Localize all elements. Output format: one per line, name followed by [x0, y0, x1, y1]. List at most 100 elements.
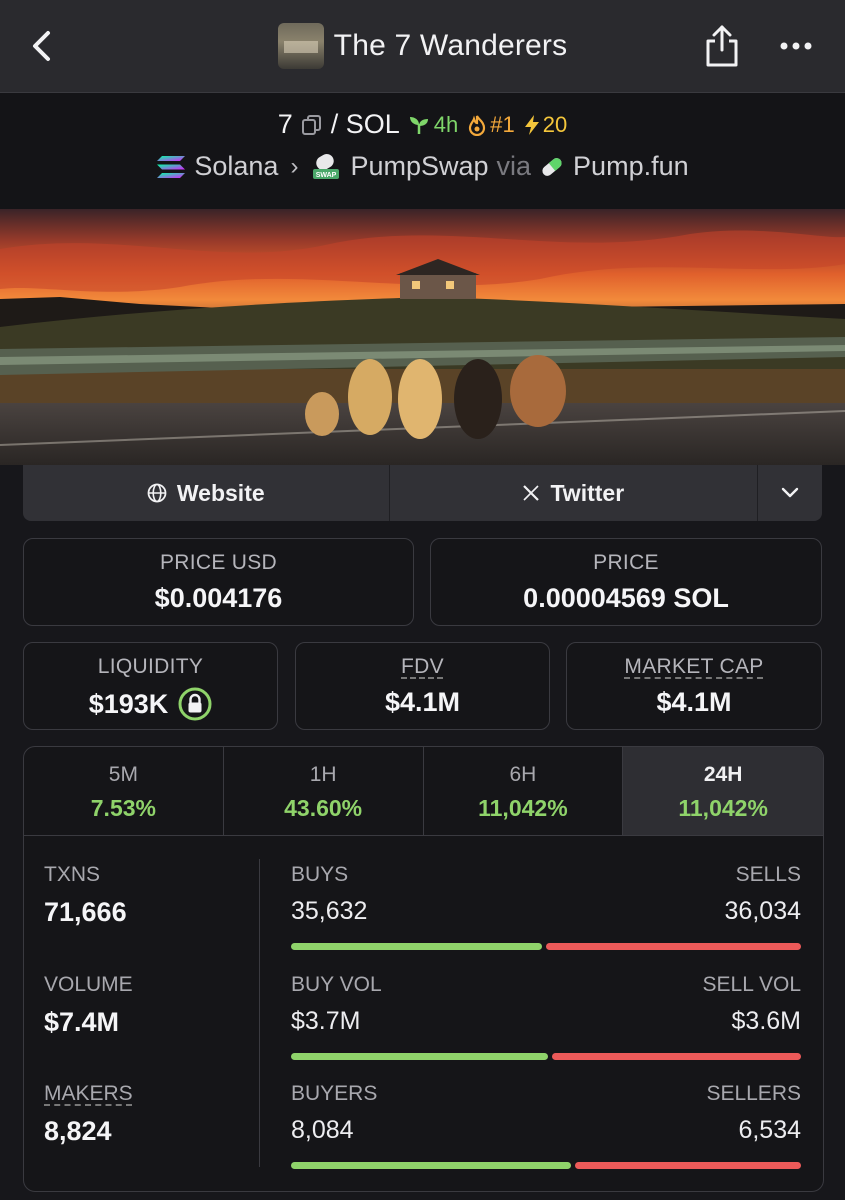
- fdv-value: $4.1M: [384, 687, 461, 717]
- sells-label: SELLS: [735, 863, 801, 886]
- tab-1h[interactable]: 1H 43.60%: [224, 747, 424, 835]
- tab-label: 5M: [108, 763, 138, 786]
- column-divider: [259, 859, 260, 1167]
- sellers-bar: [575, 1162, 801, 1169]
- token-banner-image: [0, 209, 845, 465]
- volume-split-row: BUY VOL SELL VOL $3.7M $3.6M: [291, 973, 801, 1063]
- price-usd-value: $0.004176: [154, 583, 283, 613]
- lightning-icon: [524, 114, 539, 135]
- liquidity-value: $193K: [88, 688, 169, 719]
- makers-value: 8,824: [44, 1116, 112, 1146]
- tab-label: 1H: [309, 763, 337, 786]
- more-links-dropdown[interactable]: [758, 465, 822, 521]
- trending-rank: #1: [490, 111, 515, 137]
- txns-value: 71,666: [44, 897, 127, 927]
- tab-label: 24H: [703, 763, 743, 786]
- tab-change: 11,042%: [678, 795, 768, 821]
- dex-name[interactable]: PumpSwap: [350, 151, 488, 182]
- buys-sells-row: BUYS SELLS 35,632 36,034: [291, 863, 801, 953]
- seedling-icon: [409, 116, 428, 134]
- buyers-sellers-row: BUYERS SELLERS 8,084 6,534: [291, 1082, 801, 1172]
- tab-change: 11,042%: [478, 795, 568, 821]
- market-cap-card[interactable]: MARKET CAP $4.1M: [566, 642, 822, 730]
- flame-icon: [469, 114, 486, 136]
- boost-badge[interactable]: 20: [523, 112, 567, 138]
- volume-value: $7.4M: [44, 1007, 120, 1037]
- solana-logo-icon: [157, 155, 186, 178]
- volume-ratio-bar: [291, 1053, 801, 1060]
- copy-icon[interactable]: [301, 114, 323, 136]
- tab-change: 7.53%: [90, 795, 156, 821]
- sell-vol-label: SELL VOL: [702, 973, 801, 996]
- market-cap-value: $4.1M: [656, 687, 732, 717]
- market-cap-label: MARKET CAP: [624, 655, 764, 678]
- trending-rank-badge[interactable]: #1: [466, 111, 515, 138]
- pair-age: 4h: [433, 111, 459, 137]
- makers-stat[interactable]: MAKERS 8,824: [44, 1082, 133, 1147]
- globe-icon: [147, 483, 167, 503]
- sell-vol-value: $3.6M: [731, 1007, 801, 1035]
- chevron-right-icon: ›: [290, 152, 299, 180]
- buys-value: 35,632: [291, 897, 368, 925]
- pumpswap-logo-icon: SWAP: [313, 153, 340, 179]
- buy-vol-value: $3.7M: [291, 1007, 361, 1035]
- tab-5m[interactable]: 5M 7.53%: [24, 747, 224, 835]
- links-bar: Website Twitter: [23, 465, 822, 521]
- base-symbol: 7: [277, 109, 293, 139]
- liquidity-label: LIQUIDITY: [97, 655, 204, 678]
- buyers-ratio-bar: [291, 1162, 801, 1169]
- buys-sells-ratio-bar: [291, 943, 801, 950]
- share-icon[interactable]: [702, 24, 742, 68]
- token-thumbnail: [277, 23, 324, 69]
- makers-label: MAKERS: [44, 1082, 133, 1105]
- trading-stats-panel: 5M 7.53% 1H 43.60% 6H 11,042% 24H 11,042…: [23, 746, 824, 1192]
- buyers-value: 8,084: [291, 1116, 354, 1144]
- website-button[interactable]: Website: [23, 465, 390, 521]
- chevron-down-icon: [781, 487, 799, 498]
- price-usd-card: PRICE USD $0.004176: [23, 538, 414, 626]
- price-native-card: PRICE 0.00004569 SOL: [430, 538, 822, 626]
- via-text: via: [496, 151, 532, 181]
- website-label: Website: [176, 479, 265, 506]
- volume-label: VOLUME: [44, 973, 133, 996]
- more-icon[interactable]: [778, 30, 814, 62]
- pair-info: 7 / SOL 4h #1 20 Solana › SWAP PumpSwap …: [0, 93, 845, 209]
- tab-6h[interactable]: 6H 11,042%: [424, 747, 624, 835]
- sells-bar: [546, 943, 801, 950]
- price-usd-label: PRICE USD: [159, 551, 278, 574]
- buys-bar: [291, 943, 543, 950]
- lock-icon[interactable]: [178, 687, 212, 721]
- sell-vol-bar: [551, 1053, 801, 1060]
- sellers-label: SELLERS: [706, 1082, 801, 1105]
- page-title: The 7 Wanderers: [333, 29, 568, 62]
- price-native-value: 0.00004569 SOL: [523, 583, 729, 613]
- tab-label: 6H: [509, 763, 537, 786]
- fdv-card[interactable]: FDV $4.1M: [295, 642, 550, 730]
- volume-stat: VOLUME $7.4M: [44, 973, 133, 1038]
- boost-count: 20: [542, 111, 568, 137]
- sells-value: 36,034: [724, 897, 801, 925]
- sellers-value: 6,534: [738, 1116, 801, 1144]
- top-nav-bar: The 7 Wanderers: [0, 0, 845, 93]
- chain-name[interactable]: Solana: [194, 151, 278, 182]
- fdv-label: FDV: [401, 655, 444, 678]
- timeframe-tabs: 5M 7.53% 1H 43.60% 6H 11,042% 24H 11,042…: [24, 747, 823, 836]
- twitter-button[interactable]: Twitter: [390, 465, 759, 521]
- buyers-bar: [291, 1162, 572, 1169]
- liquidity-card: LIQUIDITY $193K: [23, 642, 278, 730]
- pair-age-badge: 4h: [408, 112, 458, 138]
- txns-stat: TXNS 71,666: [44, 863, 127, 928]
- buys-label: BUYS: [291, 863, 349, 886]
- twitter-label: Twitter: [550, 479, 625, 506]
- quote-symbol: / SOL: [330, 109, 400, 139]
- pumpfun-pill-icon: [542, 157, 562, 176]
- tab-change: 43.60%: [284, 795, 363, 821]
- buy-vol-label: BUY VOL: [291, 973, 382, 996]
- launchpad-name[interactable]: Pump.fun: [573, 151, 689, 182]
- price-native-label: PRICE: [593, 551, 659, 574]
- x-logo-icon: [523, 485, 540, 501]
- tab-24h[interactable]: 24H 11,042%: [623, 747, 823, 835]
- buyers-label: BUYERS: [291, 1082, 378, 1105]
- svg-text:SWAP: SWAP: [316, 172, 337, 179]
- buy-vol-bar: [291, 1053, 548, 1060]
